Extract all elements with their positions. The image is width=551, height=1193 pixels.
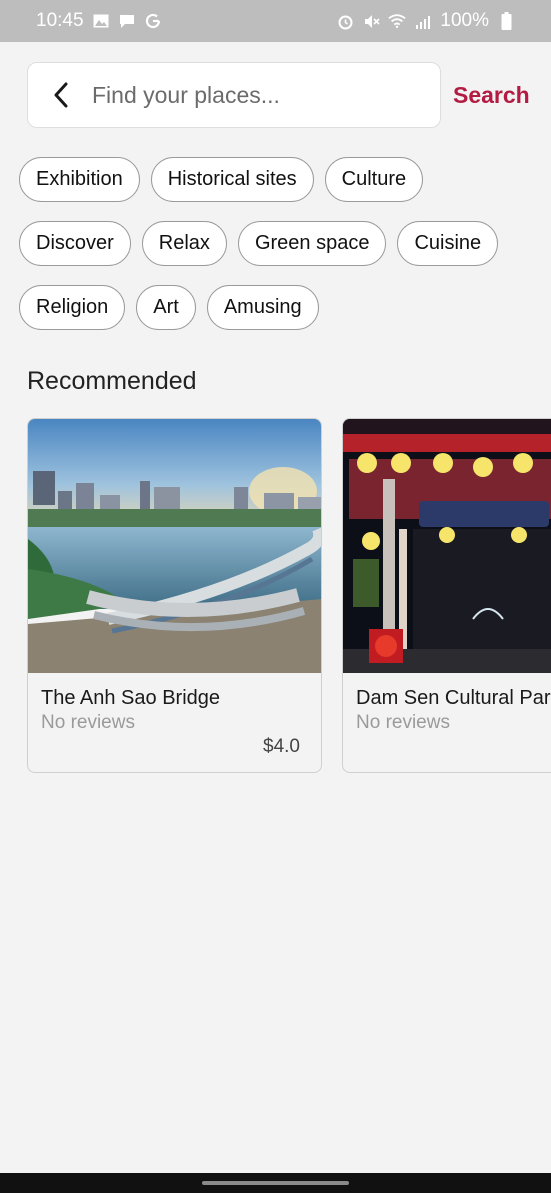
chip-exhibition[interactable]: Exhibition	[19, 157, 140, 202]
chip-row: Discover Relax Green space Cuisine	[19, 221, 539, 266]
battery-icon	[497, 12, 515, 30]
chip-row: Exhibition Historical sites Culture	[19, 157, 539, 202]
message-icon	[118, 12, 136, 30]
category-chips: Exhibition Historical sites Culture Disc…	[19, 157, 539, 349]
search-row: Search	[27, 62, 537, 128]
place-image-bridge	[28, 419, 321, 673]
status-right: 100%	[336, 10, 515, 32]
status-left: 10:45	[36, 10, 162, 32]
place-reviews: No reviews	[356, 712, 450, 733]
image-icon	[92, 12, 110, 30]
wifi-icon	[388, 12, 407, 30]
place-image-dam-sen	[343, 419, 551, 673]
search-input[interactable]	[92, 81, 412, 109]
alarm-icon	[336, 12, 354, 30]
chip-historical-sites[interactable]: Historical sites	[150, 157, 314, 202]
place-reviews: No reviews	[41, 712, 135, 733]
chip-discover[interactable]: Discover	[19, 221, 131, 266]
back-arrow-icon[interactable]	[48, 82, 74, 108]
signal-icon	[414, 12, 432, 30]
place-name: The Anh Sao Bridge	[41, 687, 221, 709]
recommended-carousel[interactable]: The Anh Sao Bridge No reviews $4.0 Dam S…	[27, 418, 551, 778]
chip-relax[interactable]: Relax	[141, 221, 227, 266]
battery-percent: 100%	[440, 10, 489, 31]
google-icon	[144, 12, 162, 30]
chip-green-space[interactable]: Green space	[237, 221, 387, 266]
chip-religion[interactable]: Religion	[19, 285, 126, 330]
place-card-anh-sao-bridge[interactable]: The Anh Sao Bridge No reviews $4.0	[27, 418, 322, 773]
home-indicator[interactable]	[202, 1181, 349, 1185]
chip-row: Religion Art Amusing	[19, 285, 539, 330]
chip-art[interactable]: Art	[136, 285, 196, 330]
place-price: $4.0	[263, 736, 300, 757]
status-time: 10:45	[36, 10, 84, 31]
chip-cuisine[interactable]: Cuisine	[397, 221, 499, 266]
system-nav-bar	[0, 1173, 551, 1193]
section-title-recommended: Recommended	[27, 367, 197, 395]
chip-amusing[interactable]: Amusing	[206, 285, 319, 330]
status-bar: 10:45 100%	[0, 0, 551, 42]
chip-culture[interactable]: Culture	[324, 157, 424, 202]
place-name: Dam Sen Cultural Park	[356, 687, 551, 709]
place-card-dam-sen-park[interactable]: Dam Sen Cultural Park No reviews	[342, 418, 551, 773]
mute-icon	[362, 12, 380, 30]
search-box	[27, 62, 441, 128]
search-button[interactable]: Search	[453, 82, 530, 109]
